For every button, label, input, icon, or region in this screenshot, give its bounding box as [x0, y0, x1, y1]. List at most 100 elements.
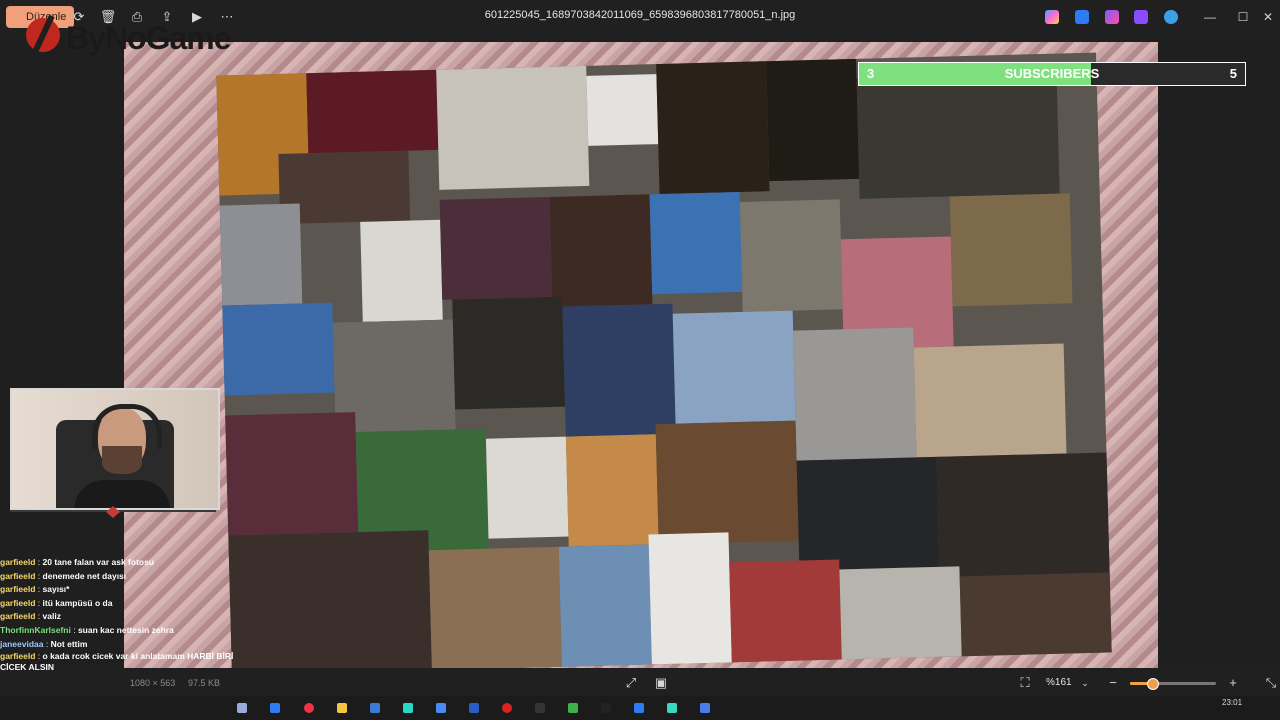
task-view-icon[interactable] [237, 703, 247, 713]
collage-tile [219, 203, 303, 306]
copilot-icon[interactable] [1045, 10, 1059, 24]
chat-message: garfieeld : itü kampüsü o da [0, 597, 113, 608]
chat-text: 20 tane falan var ask fotosu [42, 557, 155, 567]
designer-icon[interactable] [1105, 10, 1119, 24]
photos-icon[interactable] [700, 703, 710, 713]
onedrive-icon[interactable] [1164, 10, 1178, 24]
app-icon[interactable] [667, 703, 677, 713]
collage-tile [485, 436, 569, 539]
collage-tile [562, 303, 676, 437]
store-icon[interactable] [370, 703, 380, 713]
chat-message: ThorfinnKarlsefni : suan kac nettesin ze… [0, 624, 174, 635]
logo-text: ByNoGame [66, 20, 231, 56]
zoom-level[interactable]: %161 [1046, 677, 1072, 688]
zoom-slider-thumb[interactable] [1146, 678, 1159, 690]
collage-tile [949, 193, 1073, 307]
minimize-button[interactable]: — [1198, 8, 1222, 26]
collage-tile [856, 73, 1060, 199]
chat-text: Not ettim [50, 638, 88, 649]
collage-tile [436, 65, 590, 190]
collage-tile [549, 194, 653, 307]
collage-tile [648, 532, 732, 665]
status-bar: 1080 × 563 97.5 KB ⤢ ▣ ⛶ %161 ⌄ − + ⤡ [0, 670, 1280, 696]
headset-icon [92, 404, 162, 449]
collage-tile [649, 191, 743, 295]
edit-photo-icon[interactable] [1075, 10, 1089, 24]
fullscreen-icon[interactable]: ⛶ [1016, 674, 1034, 692]
subscriber-goal: 5 [1229, 66, 1237, 81]
webcam-overlay [10, 388, 220, 510]
app-icon[interactable] [403, 703, 413, 713]
chat-username: garfieeld [0, 611, 36, 622]
collage-tile [306, 69, 439, 154]
collage-photo [216, 52, 1112, 668]
subscriber-label: SUBSCRIBERS [1004, 66, 1100, 81]
collage-tile [228, 530, 432, 668]
collage-tile [739, 199, 843, 312]
chat-username: garfieeld [0, 651, 36, 662]
collage-tile [225, 412, 359, 536]
zoom-in-icon[interactable]: + [1224, 674, 1242, 692]
streamer-beard [102, 446, 142, 474]
system-clock[interactable]: 23:01 [1222, 698, 1242, 707]
app-icon[interactable] [502, 703, 512, 713]
maximize-button[interactable]: ☐ [1231, 8, 1255, 26]
chat-username: garfieeld [0, 584, 36, 595]
chat-message: garfieeld : sayısı* [0, 584, 70, 595]
collage-tile [655, 420, 799, 545]
chat-message: garfieeld : denemede net dayısı [0, 570, 127, 581]
collage-tile [796, 456, 940, 571]
collage-tile [558, 544, 652, 667]
collage-tile [936, 452, 1110, 587]
app-icon[interactable] [469, 703, 479, 713]
folder-icon[interactable] [337, 703, 347, 713]
collage-tile [839, 566, 962, 660]
fit-screen-icon[interactable]: ⤢ [622, 674, 640, 692]
zoom-out-icon[interactable]: − [1104, 674, 1122, 692]
app-icon[interactable] [568, 703, 578, 713]
app-icon[interactable] [535, 703, 545, 713]
image-dimensions: 1080 × 563 [130, 678, 176, 688]
collage-tile [565, 434, 659, 547]
filmstrip-icon[interactable]: ▣ [652, 674, 670, 692]
collage-tile [452, 296, 566, 410]
collage-tile [766, 58, 860, 182]
collage-tile [360, 219, 443, 322]
chat-message: janeevidaa : Not ettim [0, 638, 88, 649]
clipchamp-icon[interactable] [1134, 10, 1148, 24]
chat-text: valiz [42, 611, 61, 622]
app-icon[interactable] [601, 703, 611, 713]
app-icon[interactable] [436, 703, 446, 713]
chat-username: janeevidaa [0, 638, 44, 649]
collage-tile [672, 310, 796, 424]
edge-icon[interactable] [270, 703, 280, 713]
subscriber-count: 3 [867, 66, 875, 81]
collage-tile [222, 302, 335, 396]
collage-tile [586, 74, 659, 146]
chat-text: itü kampüsü o da [42, 597, 113, 608]
chat-text: sayısı* [42, 584, 70, 595]
app-icon[interactable] [634, 703, 644, 713]
chrome-icon[interactable] [304, 703, 314, 713]
close-button[interactable]: ✕ [1256, 8, 1280, 26]
collage-tile [439, 196, 553, 300]
chevron-down-icon[interactable]: ⌄ [1076, 674, 1094, 692]
subscriber-goal-bar: 3 SUBSCRIBERS 5 [858, 62, 1246, 86]
channel-logo: ByNoGame [26, 16, 246, 60]
chat-text: suan kac nettesin zehra [77, 624, 174, 635]
taskbar: 23:01 [0, 696, 1280, 720]
chat-message: garfieeld : 20 tane falan var ask fotosu [0, 557, 155, 567]
chat-username: ThorfinnKarlsefni [0, 624, 71, 635]
chat-text: denemede net dayısı [42, 570, 127, 581]
logo-mark-icon [26, 18, 60, 52]
image-canvas[interactable] [124, 42, 1158, 668]
collage-tile [729, 559, 842, 663]
zoom-slider[interactable] [1130, 678, 1216, 690]
collage-tile [793, 327, 917, 461]
collage-tile [428, 546, 562, 668]
chat-username: garfieeld [0, 570, 36, 581]
chat-username: garfieeld [0, 557, 36, 567]
expand-icon[interactable]: ⤡ [1262, 674, 1280, 692]
chat-username: garfieeld [0, 597, 36, 608]
file-size: 97.5 KB [188, 678, 221, 688]
